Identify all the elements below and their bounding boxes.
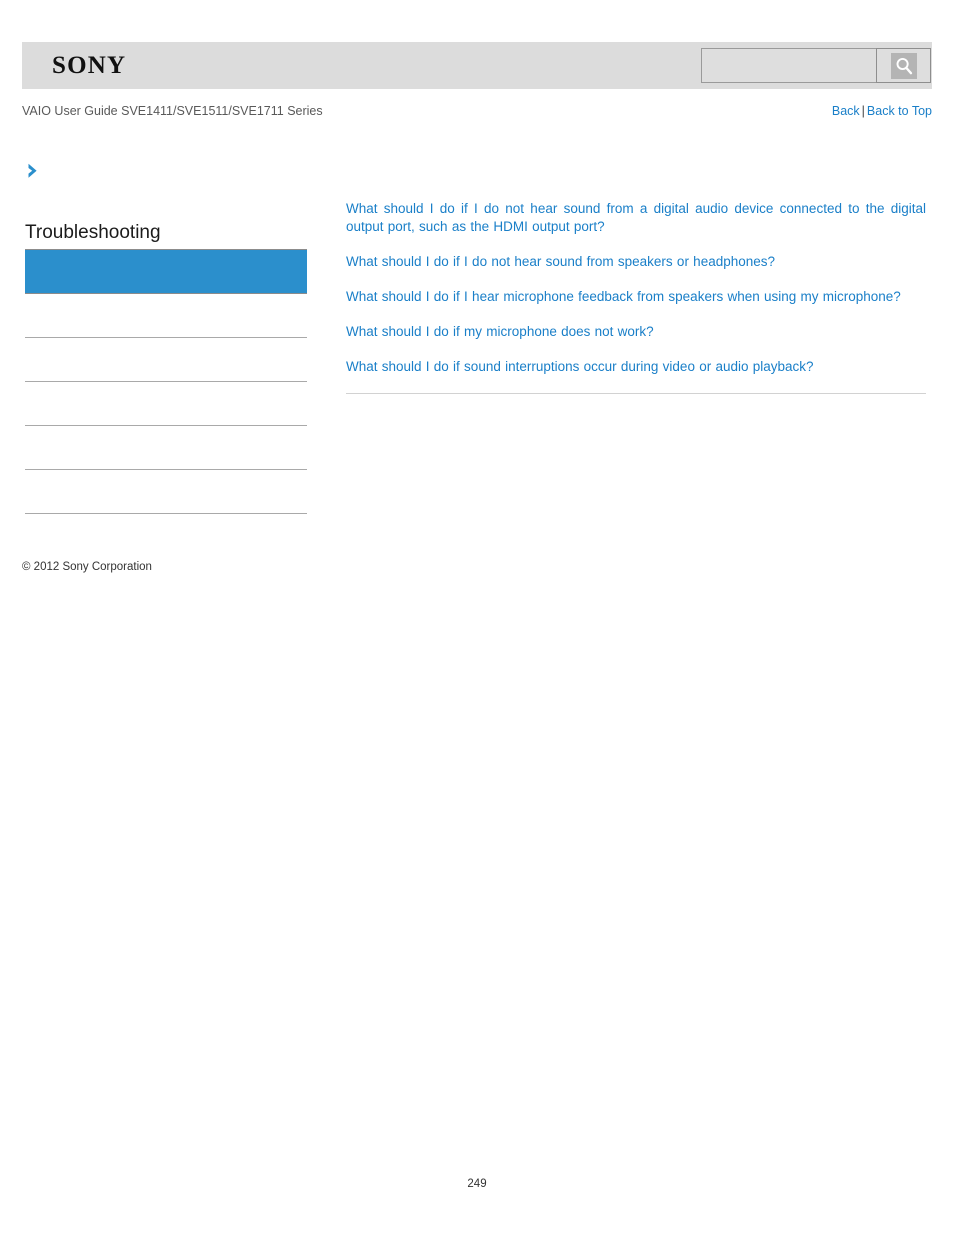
search-button[interactable] — [876, 48, 931, 83]
sidebar-item-4[interactable] — [25, 426, 307, 470]
back-link[interactable]: Back — [832, 104, 860, 118]
sidebar-item-0[interactable] — [25, 249, 307, 294]
header-nav-links: Back | Back to Top — [832, 101, 932, 121]
copyright-notice: © 2012 Sony Corporation — [22, 561, 152, 573]
sidebar-item-2[interactable] — [25, 338, 307, 382]
search-icon — [890, 52, 917, 79]
sub-header: VAIO User Guide SVE1411/SVE1511/SVE1711 … — [22, 101, 932, 121]
chevron-right-icon[interactable] — [24, 161, 44, 181]
content-divider — [346, 393, 926, 394]
topic-link[interactable]: What should I do if I do not hear sound … — [346, 253, 926, 271]
sidebar-item-5[interactable] — [25, 470, 307, 514]
page-number: 249 — [467, 1178, 487, 1190]
search-area — [701, 48, 931, 83]
sidebar-item-3[interactable] — [25, 382, 307, 426]
main-content: What should I do if I do not hear sound … — [346, 200, 926, 394]
topic-link[interactable]: What should I do if my microphone does n… — [346, 323, 926, 341]
back-to-top-link[interactable]: Back to Top — [867, 104, 932, 118]
sony-logo: SONY — [52, 52, 127, 79]
topic-link[interactable]: What should I do if sound interruptions … — [346, 358, 926, 376]
search-input[interactable] — [701, 48, 876, 83]
sidebar: Troubleshooting — [25, 220, 307, 514]
sidebar-item-1[interactable] — [25, 294, 307, 338]
site-header: SONY — [22, 42, 932, 89]
topic-link[interactable]: What should I do if I do not hear sound … — [346, 200, 926, 236]
page-title: Troubleshooting — [25, 222, 161, 243]
guide-title: VAIO User Guide SVE1411/SVE1511/SVE1711 … — [22, 104, 323, 118]
nav-separator: | — [861, 104, 865, 118]
topic-link[interactable]: What should I do if I hear microphone fe… — [346, 288, 926, 306]
